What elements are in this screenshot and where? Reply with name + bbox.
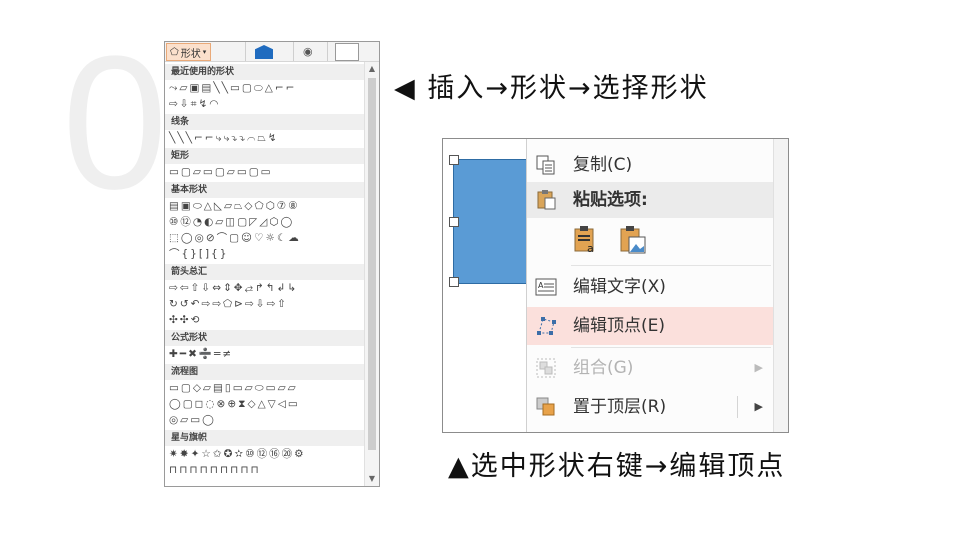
menu-item-group: 组合(G) ▶ xyxy=(527,349,773,387)
menu-item-edit-text[interactable]: A 编辑文字(X) xyxy=(527,268,773,306)
shape-row[interactable]: ⌒{}[]{} xyxy=(165,246,364,262)
submenu-arrow-icon: ▶ xyxy=(754,361,763,374)
submenu-arrow-icon[interactable]: ▶ xyxy=(755,400,763,413)
shapes-dropdown-button[interactable]: ⬠ 形状 ▾ xyxy=(166,43,212,61)
resize-handle[interactable] xyxy=(449,155,459,165)
shape-row[interactable]: ╲╲╲⌐⌐⤷⤷⤵⤵⌒⏢↯ xyxy=(165,130,364,146)
paste-picture-icon xyxy=(620,226,646,254)
group-icon xyxy=(536,358,556,378)
textbox-icon[interactable] xyxy=(335,43,359,61)
scroll-down-icon[interactable]: ▼ xyxy=(365,472,379,486)
scroll-thumb[interactable] xyxy=(368,78,376,450)
quick-styles-icon[interactable]: ◉ xyxy=(303,45,313,58)
menu-item-edit-points[interactable]: 编辑顶点(E) xyxy=(527,307,773,345)
menu-item-bring-to-front[interactable]: 置于顶层(R) ▶ xyxy=(527,388,773,426)
menu-item-label: 置于顶层(R) xyxy=(573,397,667,417)
shape-row[interactable]: ▭▢◇▱▤▯▭▱⬭▭▱▱ xyxy=(165,380,364,396)
resize-handle[interactable] xyxy=(449,217,459,227)
copy-icon xyxy=(536,155,555,175)
shape-row[interactable]: ▤▣⬭△◺▱⏢◇⬠⬡⑦⑧ xyxy=(165,198,364,214)
menu-scrollbar[interactable] xyxy=(773,139,788,432)
shape-row[interactable]: ⤳▱▣▤╲╲▭▢⬭△⌐⌐ xyxy=(165,80,364,96)
shape-row[interactable]: ⊓⊓⊓⊓⊓⊓⊓⊓⊓ xyxy=(165,462,364,478)
shape-category-header: 星与旗帜 xyxy=(165,430,364,446)
edit-text-icon: A xyxy=(535,278,557,296)
shapes-button-label: 形状 xyxy=(180,48,201,60)
gallery-scrollbar[interactable]: ▲ ▼ xyxy=(364,62,379,486)
shape-row[interactable]: ✣✣⟲ xyxy=(165,312,364,328)
shape-category-header: 箭头总汇 xyxy=(165,264,364,280)
shape-row[interactable]: ⬚◯◎⊘⌒▢☺♡☼☾☁ xyxy=(165,230,364,246)
shape-category-header: 公式形状 xyxy=(165,330,364,346)
shape-row[interactable]: ✷✸✦☆✩✪✫⑩⑫⑯⑳⚙ xyxy=(165,446,364,462)
bring-to-front-icon xyxy=(536,397,555,416)
shape-category-header: 基本形状 xyxy=(165,182,364,198)
shape-categories: 最近使用的形状 ⤳▱▣▤╲╲▭▢⬭△⌐⌐ ⇨⇩⌗↯◠ 线条 ╲╲╲⌐⌐⤷⤷⤵⤵⌒⏢↯ 矩形… xyxy=(165,62,364,478)
shapes-icon: ⬠ xyxy=(170,46,179,58)
menu-item-label: 组合(G) xyxy=(573,358,634,378)
selected-rectangle-shape[interactable] xyxy=(453,159,527,284)
shape-category-header: 线条 xyxy=(165,114,364,130)
paste-option-picture[interactable] xyxy=(619,225,647,259)
step-number: 0 xyxy=(62,17,168,229)
ribbon-strip: ⬠ 形状 ▾ ◉ xyxy=(165,42,379,62)
context-menu-screenshot: 复制(C) 粘贴选项: a A 编辑文字(X) 编辑顶点(E) 组合(G) ▶ … xyxy=(442,138,789,433)
edit-points-icon xyxy=(537,317,556,335)
shape-row[interactable]: ⑩⑫◔◐▱◫▢◸◿⬡◯ xyxy=(165,214,364,230)
shape-category-header: 矩形 xyxy=(165,148,364,164)
shape-row[interactable]: ↻↺↶⇨⇨⬠⊳⇨⇩⇨⇧ xyxy=(165,296,364,312)
paste-option-keep-text[interactable]: a xyxy=(573,225,599,259)
paste-keep-text-icon: a xyxy=(574,226,594,255)
svg-text:A: A xyxy=(538,281,544,290)
shape-category-header: 最近使用的形状 xyxy=(165,64,364,80)
shape-row[interactable]: ▭▢▱▭▢▱▭▢▭ xyxy=(165,164,364,180)
shape-row[interactable]: ⇨⇦⇧⇩⇔⇕✥⥄↱↰↲↳ xyxy=(165,280,364,296)
menu-item-label: 编辑顶点(E) xyxy=(573,316,666,336)
menu-item-label: 复制(C) xyxy=(573,155,633,175)
shape-row[interactable]: ⇨⇩⌗↯◠ xyxy=(165,96,364,112)
shapes-gallery: ⬠ 形状 ▾ ◉ 最近使用的形状 ⤳▱▣▤╲╲▭▢⬭△⌐⌐ ⇨⇩⌗↯◠ 线条 ╲╲╲⌐⌐… xyxy=(164,41,380,487)
arrange-icon[interactable] xyxy=(255,45,273,59)
slide-canvas xyxy=(443,139,527,432)
menu-item-paste-options: 粘贴选项: xyxy=(527,182,773,218)
shape-category-header: 流程图 xyxy=(165,364,364,380)
caption-insert-shape: ◀ 插入→形状→选择形状 xyxy=(394,73,709,104)
menu-item-label: 编辑文字(X) xyxy=(573,277,666,297)
scroll-up-icon[interactable]: ▲ xyxy=(365,62,379,76)
caption-right-click-edit: ▲选中形状右键→编辑顶点 xyxy=(448,451,786,482)
shape-row[interactable]: ◎▱▭◯ xyxy=(165,412,364,428)
svg-text:a: a xyxy=(587,242,594,255)
shape-row[interactable]: ◯▢◻◌⊗⊕⧗◇△▽◁▭ xyxy=(165,396,364,412)
chevron-down-icon: ▾ xyxy=(202,48,207,56)
menu-item-copy[interactable]: 复制(C) xyxy=(527,146,773,184)
resize-handle[interactable] xyxy=(449,277,459,287)
shape-row[interactable]: ✚━✖➗═≠ xyxy=(165,346,364,362)
context-menu: 复制(C) 粘贴选项: a A 编辑文字(X) 编辑顶点(E) 组合(G) ▶ … xyxy=(526,139,788,432)
paste-icon xyxy=(537,190,556,210)
menu-item-label: 粘贴选项: xyxy=(573,190,648,210)
